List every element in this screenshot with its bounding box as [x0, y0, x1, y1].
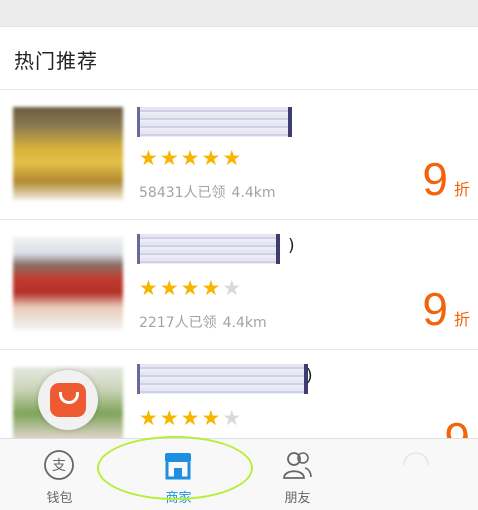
rating-stars: ★★★★★ [139, 278, 243, 299]
wallet-icon: 支 [44, 450, 74, 480]
tab-more[interactable] [357, 439, 476, 510]
merchant-thumbnail [13, 237, 123, 330]
svg-text:支: 支 [52, 458, 66, 474]
star-icon: ★ [222, 146, 244, 170]
star-icon: ★ [201, 406, 223, 430]
section-title: 热门推荐 [14, 49, 98, 73]
blurred-merchant-name [137, 364, 308, 394]
tab-label: 朋友 [284, 491, 311, 506]
bottom-tab-bar: 支 钱包 商家 朋友 [0, 438, 478, 510]
tab-label: 钱包 [46, 491, 73, 506]
distance: 4.4km [231, 185, 276, 201]
discount: 9折 [422, 156, 470, 202]
discount: 9折 [422, 286, 470, 332]
claimed-count: 2217人已领 [139, 315, 217, 331]
discount: 9 [444, 416, 470, 438]
claimed-count: 58431人已领 [139, 185, 226, 201]
star-icon: ★ [180, 146, 202, 170]
tab-friends[interactable]: 朋友 [238, 439, 357, 510]
discount-value: 9 [444, 413, 470, 438]
star-icon: ★ [139, 276, 160, 300]
smile-bag-icon [50, 383, 86, 417]
star-icon: ★ [139, 146, 160, 170]
store-icon [165, 453, 191, 480]
friends-icon [283, 452, 312, 479]
star-icon: ★ [159, 276, 181, 300]
discount-value: 9 [422, 283, 448, 335]
section-header: 热门推荐 [0, 27, 478, 90]
discount-unit: 折 [453, 310, 470, 329]
discount-value: 9 [422, 153, 448, 205]
star-icon: ★ [201, 276, 223, 300]
merchant-meta: 2217人已领 4.4km [139, 312, 273, 332]
rating-stars: ★★★★★ [139, 148, 243, 169]
distance: 4.4km [222, 315, 267, 331]
tab-wallet[interactable]: 支 钱包 [0, 439, 119, 510]
star-empty-icon: ★ [222, 276, 244, 300]
top-strip [0, 0, 478, 27]
more-icon [403, 452, 429, 466]
discount-unit: 折 [453, 180, 470, 199]
blurred-merchant-name [137, 107, 292, 137]
merchant-name-tail: ) [306, 366, 313, 386]
merchant-row[interactable]: ) ★★★★★ 2217人已领 4.4km 9折 [0, 220, 478, 350]
merchant-row[interactable]: ★★★★★ 58431人已领 4.4km 9折 [0, 90, 478, 220]
star-icon: ★ [159, 406, 181, 430]
star-icon: ★ [201, 146, 223, 170]
star-icon: ★ [159, 146, 181, 170]
tab-merchants[interactable]: 商家 [119, 439, 238, 510]
rating-stars: ★★★★★ [139, 408, 243, 429]
tab-label: 商家 [165, 491, 192, 506]
merchant-thumbnail [13, 107, 123, 200]
merchant-meta: 58431人已领 4.4km [139, 182, 282, 202]
merchant-name-tail: ) [288, 236, 295, 256]
star-icon: ★ [180, 406, 202, 430]
star-icon: ★ [139, 406, 160, 430]
blurred-merchant-name [137, 234, 280, 264]
floating-app-icon[interactable] [38, 370, 98, 430]
star-empty-icon: ★ [222, 406, 244, 430]
star-icon: ★ [180, 276, 202, 300]
